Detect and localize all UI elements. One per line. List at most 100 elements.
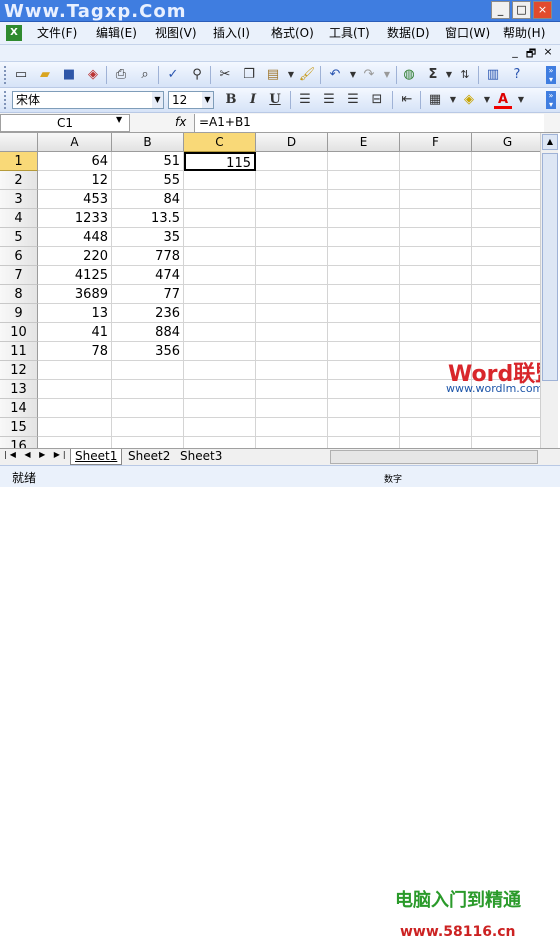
cell-a16[interactable] [38,437,112,448]
tab-sheet3[interactable]: Sheet3 [176,449,226,465]
cell-e15[interactable] [328,418,400,437]
font-color-dropdown-icon[interactable]: ▼ [512,91,530,109]
row-header[interactable]: 10 [0,323,38,342]
minimize-button[interactable]: _ [491,1,510,19]
scroll-up-icon[interactable]: ▲ [542,134,558,150]
cell-b10[interactable]: 884 [112,323,184,342]
row-header[interactable]: 8 [0,285,38,304]
italic-button[interactable]: I [244,91,262,109]
hyperlink-icon[interactable]: ◍ [400,66,418,84]
cell-g3[interactable] [472,190,540,209]
doc-close-button[interactable]: × [541,45,555,58]
cell-a9[interactable]: 13 [38,304,112,323]
menu-insert[interactable]: 插入(I) [213,25,250,42]
menu-view[interactable]: 视图(V) [155,25,197,42]
formula-input[interactable]: =A1+B1 [194,114,544,132]
cell-b4[interactable]: 13.5 [112,209,184,228]
cell-f3[interactable] [400,190,472,209]
horizontal-scrollbar[interactable] [330,450,538,464]
cell-a7[interactable]: 4125 [38,266,112,285]
cell-c15[interactable] [184,418,256,437]
cell-b12[interactable] [112,361,184,380]
fill-color-icon[interactable]: ◈ [460,91,478,109]
cell-d8[interactable] [256,285,328,304]
cell-f6[interactable] [400,247,472,266]
decrease-indent-icon[interactable]: ⇤ [398,91,416,109]
cell-b14[interactable] [112,399,184,418]
cell-b11[interactable]: 356 [112,342,184,361]
cell-b13[interactable] [112,380,184,399]
tab-sheet1[interactable]: Sheet1 [70,449,123,465]
cell-a6[interactable]: 220 [38,247,112,266]
cell-c12[interactable] [184,361,256,380]
column-header-b[interactable]: B [112,133,184,152]
cell-g15[interactable] [472,418,540,437]
cell-g14[interactable] [472,399,540,418]
cell-e16[interactable] [328,437,400,448]
align-center-icon[interactable]: ☰ [320,91,338,109]
cell-e1[interactable] [328,152,400,171]
column-header-g[interactable]: G [472,133,540,152]
chevron-down-icon[interactable]: ▼ [152,92,163,108]
cell-a1[interactable]: 64 [38,152,112,171]
cell-b7[interactable]: 474 [112,266,184,285]
cell-c13[interactable] [184,380,256,399]
cell-c16[interactable] [184,437,256,448]
borders-icon[interactable]: ▦ [426,91,444,109]
menu-file[interactable]: 文件(F) [37,25,77,42]
vertical-scrollbar[interactable]: ▲ [540,133,558,448]
cell-g2[interactable] [472,171,540,190]
spelling-icon[interactable]: ✓ [164,66,182,84]
cell-d7[interactable] [256,266,328,285]
row-header[interactable]: 12 [0,361,38,380]
scroll-thumb[interactable] [542,153,558,381]
cell-e10[interactable] [328,323,400,342]
column-header-e[interactable]: E [328,133,400,152]
cell-b9[interactable]: 236 [112,304,184,323]
row-header[interactable]: 14 [0,399,38,418]
cell-d5[interactable] [256,228,328,247]
cell-d10[interactable] [256,323,328,342]
cell-f8[interactable] [400,285,472,304]
cell-f7[interactable] [400,266,472,285]
cell-f10[interactable] [400,323,472,342]
cell-g4[interactable] [472,209,540,228]
cell-e3[interactable] [328,190,400,209]
cell-a14[interactable] [38,399,112,418]
cell-e4[interactable] [328,209,400,228]
chevron-down-icon[interactable]: ▼ [202,92,213,108]
cell-b15[interactable] [112,418,184,437]
insert-function-icon[interactable]: fx [175,115,186,129]
cell-f2[interactable] [400,171,472,190]
cell-e6[interactable] [328,247,400,266]
cell-a10[interactable]: 41 [38,323,112,342]
redo-dropdown-icon[interactable]: ▼ [378,66,396,84]
cell-c7[interactable] [184,266,256,285]
cell-b6[interactable]: 778 [112,247,184,266]
column-header-c[interactable]: C [184,133,256,152]
column-header-f[interactable]: F [400,133,472,152]
paste-icon[interactable]: ▤ [264,66,282,84]
cell-d9[interactable] [256,304,328,323]
cell-f4[interactable] [400,209,472,228]
cell-c3[interactable] [184,190,256,209]
menu-format[interactable]: 格式(O) [271,25,314,42]
maximize-button[interactable]: □ [512,1,531,19]
cell-c4[interactable] [184,209,256,228]
align-left-icon[interactable]: ☰ [296,91,314,109]
cell-a11[interactable]: 78 [38,342,112,361]
row-header[interactable]: 5 [0,228,38,247]
cell-c5[interactable] [184,228,256,247]
cell-b16[interactable] [112,437,184,448]
toolbar-grip[interactable] [4,91,7,109]
toolbar-grip[interactable] [4,66,7,84]
doc-minimize-button[interactable]: _ [508,45,522,58]
cell-d13[interactable] [256,380,328,399]
cell-e11[interactable] [328,342,400,361]
cell-d4[interactable] [256,209,328,228]
select-all-corner[interactable] [0,133,38,152]
row-header[interactable]: 1 [0,152,38,171]
cell-d14[interactable] [256,399,328,418]
cell-g6[interactable] [472,247,540,266]
row-header[interactable]: 7 [0,266,38,285]
